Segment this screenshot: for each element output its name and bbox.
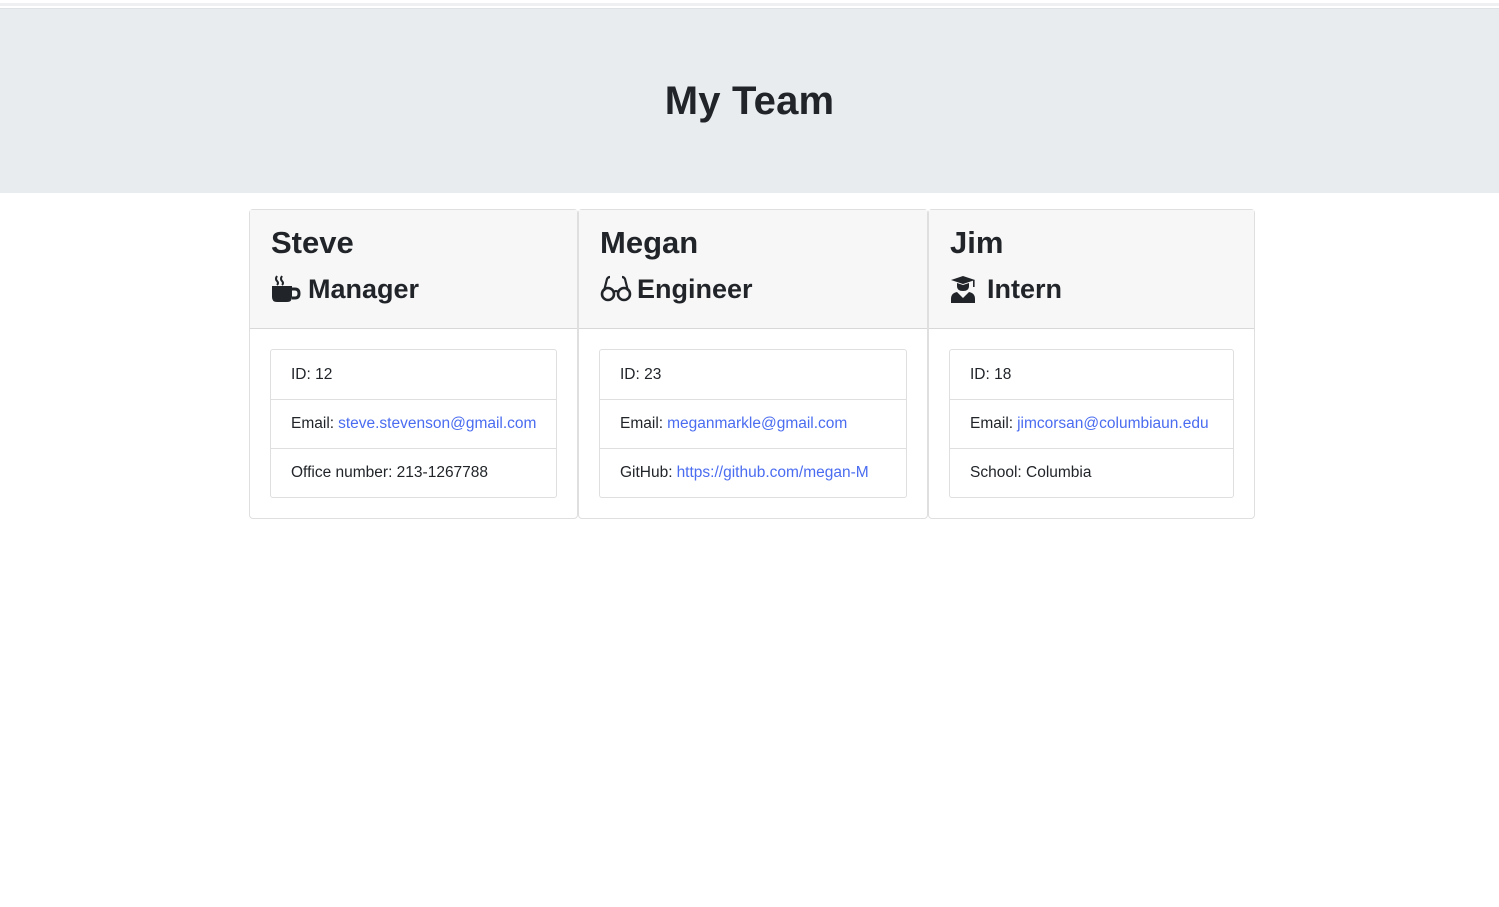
employee-card-engineer: Megan Engineer ID: 23 Email: meganmarkle…: [578, 209, 928, 519]
github-item: GitHub: https://github.com/megan-M: [600, 448, 906, 497]
role-label: Engineer: [637, 274, 753, 304]
employee-role: Intern: [950, 272, 1234, 306]
email-label: Email:: [620, 415, 664, 432]
employee-name: Megan: [600, 225, 699, 260]
card-header: Steve Manager: [250, 210, 577, 329]
github-label: GitHub:: [620, 464, 673, 481]
info-list: ID: 23 Email: meganmarkle@gmail.com GitH…: [599, 349, 907, 498]
github-link[interactable]: https://github.com/megan-M: [677, 464, 869, 482]
glasses-icon: [600, 274, 632, 304]
email-item: Email: meganmarkle@gmail.com: [600, 399, 906, 448]
card-body: ID: 12 Email: steve.stevenson@gmail.com …: [250, 329, 577, 518]
page-title: My Team: [664, 78, 835, 123]
email-label: Email:: [291, 415, 335, 432]
office-number-item: Office number: 213-1267788: [271, 448, 556, 497]
id-item: ID: 18: [950, 350, 1233, 399]
id-item: ID: 23: [600, 350, 906, 399]
email-link[interactable]: jimcorsan@columbiaun.edu: [1017, 415, 1209, 433]
school-item: School: Columbia: [950, 448, 1233, 497]
email-item: Email: steve.stevenson@gmail.com: [271, 399, 556, 448]
employee-card-manager: Steve Manager ID: 12 Email: steve.steven…: [249, 209, 578, 519]
card-body: ID: 18 Email: jimcorsan@columbiaun.edu S…: [929, 329, 1254, 518]
card-header: Megan Engineer: [579, 210, 927, 329]
employee-name: Jim: [950, 225, 1004, 260]
role-label: Intern: [987, 274, 1063, 304]
id-item: ID: 12: [271, 350, 556, 399]
id-text: ID: 18: [970, 365, 1012, 383]
employee-role: Engineer: [600, 272, 907, 306]
email-item: Email: jimcorsan@columbiaun.edu: [950, 399, 1233, 448]
card-body: ID: 23 Email: meganmarkle@gmail.com GitH…: [579, 329, 927, 518]
info-list: ID: 18 Email: jimcorsan@columbiaun.edu S…: [949, 349, 1234, 498]
id-text: ID: 12: [291, 365, 333, 383]
employee-role: Manager: [271, 272, 557, 306]
email-link[interactable]: steve.stevenson@gmail.com: [338, 415, 536, 433]
graduate-icon: [950, 274, 982, 304]
role-label: Manager: [308, 274, 420, 304]
card-header: Jim Intern: [929, 210, 1254, 329]
coffee-icon: [271, 274, 303, 304]
employee-card-intern: Jim Intern ID: 18 Email: jimcorsan@colum…: [928, 209, 1255, 519]
browser-top-strip: [0, 0, 1499, 9]
email-label: Email:: [970, 415, 1014, 432]
email-link[interactable]: meganmarkle@gmail.com: [667, 415, 847, 433]
page-header: My Team: [0, 9, 1499, 193]
office-number-text: Office number: 213-1267788: [291, 464, 489, 481]
info-list: ID: 12 Email: steve.stevenson@gmail.com …: [270, 349, 557, 498]
team-cards: Steve Manager ID: 12 Email: steve.steven…: [249, 209, 1255, 519]
id-text: ID: 23: [620, 365, 662, 383]
school-text: School: Columbia: [970, 464, 1092, 481]
employee-name: Steve: [271, 225, 354, 260]
